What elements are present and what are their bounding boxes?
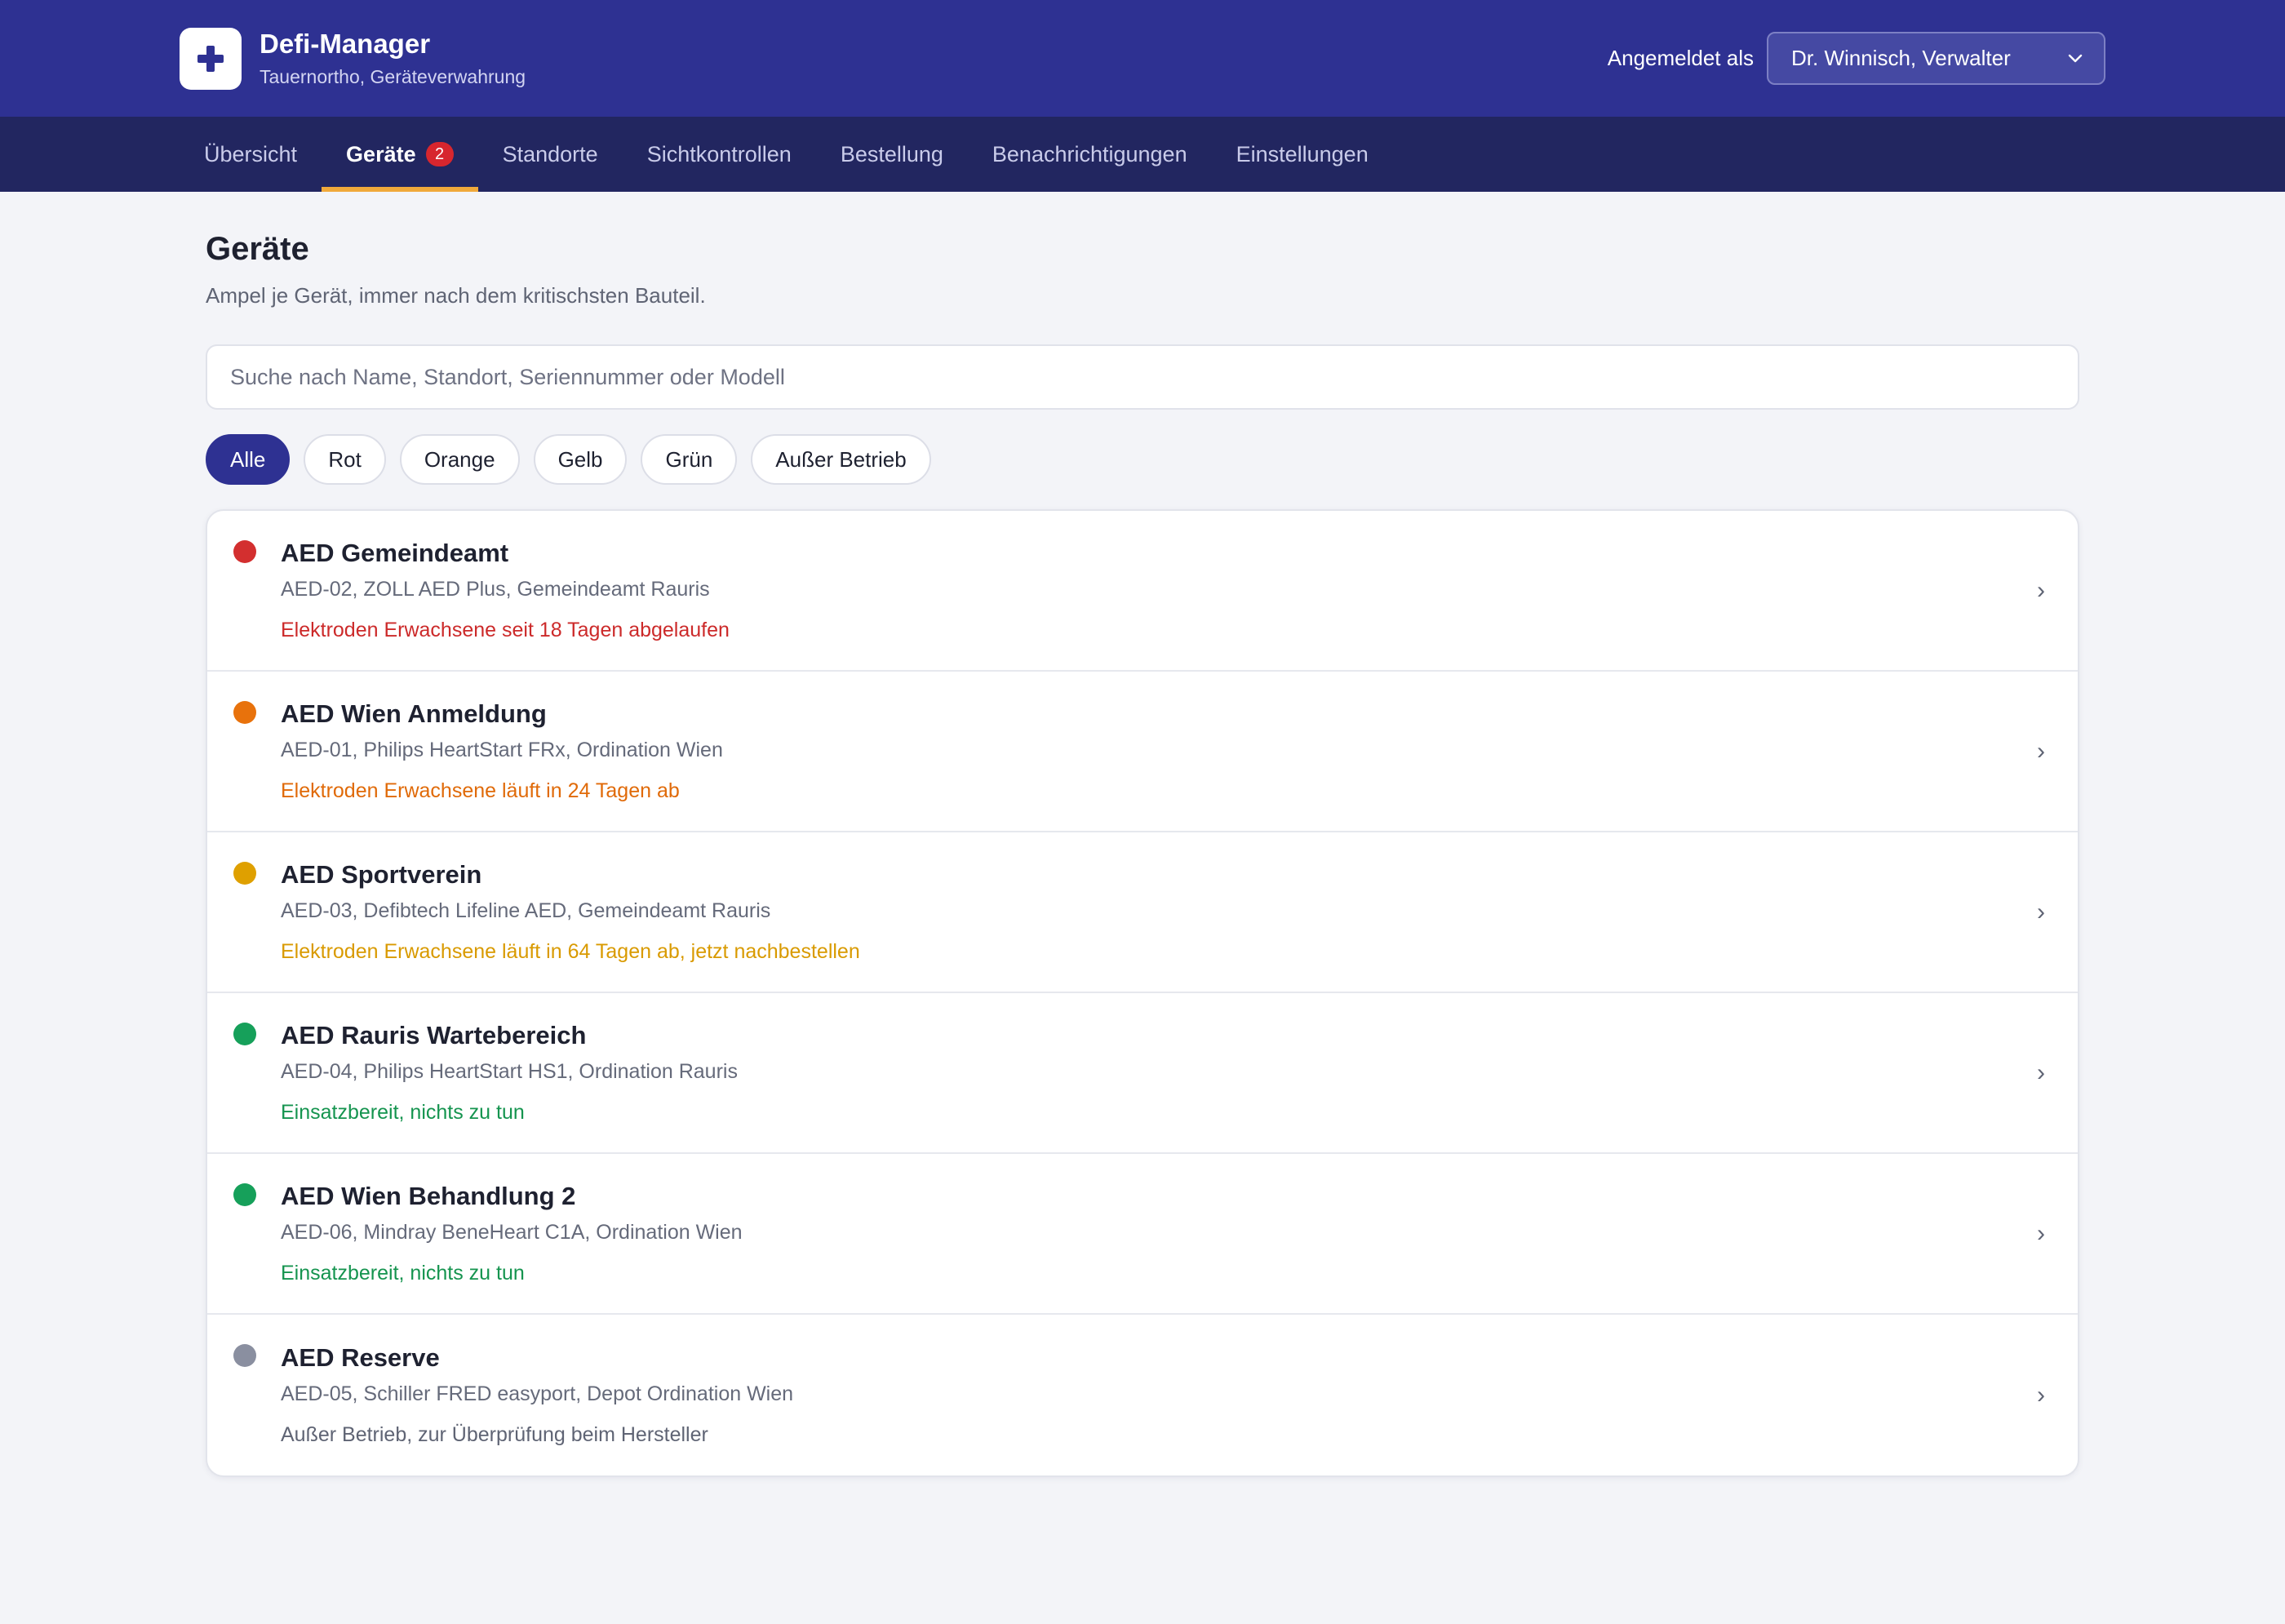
- user-area: Angemeldet als Dr. Winnisch, Verwalter: [1608, 32, 2105, 85]
- chevron-right-icon: ›: [2037, 576, 2045, 604]
- logged-in-label: Angemeldet als: [1607, 46, 1754, 70]
- tab-label: Geräte: [346, 141, 416, 166]
- filter-chip-rot[interactable]: Rot: [304, 434, 386, 485]
- device-name: AED Sportverein: [281, 860, 482, 889]
- tab-label: Bestellung: [840, 141, 943, 166]
- device-row[interactable]: AED Sportverein AED-03, Defibtech Lifelin…: [207, 832, 2078, 993]
- device-status: Elektroden Erwachsene seit 18 Tagen abge…: [281, 619, 730, 641]
- filter-chips: Alle Rot Orange Gelb Grün Außer Betrieb: [206, 434, 2079, 485]
- device-info: AED Reserve AED-05, Schiller FRED easypor…: [281, 1342, 2029, 1449]
- device-info: AED Sportverein AED-03, Defibtech Lifelin…: [281, 859, 2029, 965]
- chevron-down-icon: [2065, 48, 2086, 69]
- device-status: Einsatzbereit, nichts zu tun: [281, 1262, 525, 1285]
- user-select-value: Dr. Winnisch, Verwalter: [1791, 46, 2011, 70]
- device-row[interactable]: AED Wien Anmeldung AED-01, Philips HeartS…: [207, 672, 2078, 832]
- chevron-right-icon: ›: [2037, 737, 2045, 765]
- medical-cross-icon: [197, 45, 224, 72]
- filter-chip-ausser-betrieb[interactable]: Außer Betrieb: [751, 434, 931, 485]
- tab-benachrichtigungen[interactable]: Benachrichtigungen: [968, 117, 1212, 192]
- filter-chip-alle[interactable]: Alle: [206, 434, 291, 485]
- device-list: AED Gemeindeamt AED-02, ZOLL AED Plus, Ge…: [206, 509, 2079, 1477]
- tab-sichtkontrollen[interactable]: Sichtkontrollen: [623, 117, 816, 192]
- tab-uebersicht[interactable]: Übersicht: [180, 117, 322, 192]
- search-input[interactable]: [206, 344, 2079, 410]
- tab-einstellungen[interactable]: Einstellungen: [1212, 117, 1393, 192]
- tab-standorte[interactable]: Standorte: [478, 117, 623, 192]
- filter-chip-gruen[interactable]: Grün: [641, 434, 738, 485]
- device-meta: AED-05, Schiller FRED easyport, Depot Or…: [281, 1382, 794, 1405]
- tab-label: Standorte: [502, 141, 598, 166]
- device-name: AED Gemeindeamt: [281, 539, 509, 567]
- filter-chip-orange[interactable]: Orange: [399, 434, 520, 485]
- status-dot: [233, 701, 256, 724]
- device-status: Elektroden Erwachsene läuft in 64 Tagen …: [281, 940, 860, 963]
- status-dot: [233, 1023, 256, 1045]
- device-meta: AED-03, Defibtech Lifeline AED, Gemeinde…: [281, 899, 771, 922]
- device-status: Außer Betrieb, zur Überprüfung beim Hers…: [281, 1423, 708, 1446]
- device-name: AED Wien Behandlung 2: [281, 1182, 576, 1210]
- page-title: Geräte: [206, 231, 309, 267]
- device-info: AED Wien Behandlung 2 AED-06, Mindray Ben…: [281, 1180, 2029, 1287]
- tab-geraete[interactable]: Geräte 2: [322, 117, 478, 192]
- app-title: Defi-Manager: [260, 28, 431, 59]
- brand-text: Defi-Manager Tauernortho, Geräteverwahru…: [260, 28, 526, 90]
- device-row[interactable]: AED Wien Behandlung 2 AED-06, Mindray Ben…: [207, 1154, 2078, 1315]
- main-content: Geräte Ampel je Gerät, immer nach dem kr…: [0, 229, 2285, 1477]
- device-name: AED Reserve: [281, 1343, 440, 1372]
- tab-label: Benachrichtigungen: [992, 141, 1187, 166]
- device-name: AED Rauris Wartebereich: [281, 1021, 587, 1049]
- status-dot: [233, 540, 256, 563]
- device-meta: AED-02, ZOLL AED Plus, Gemeindeamt Rauri…: [281, 578, 710, 601]
- main-nav: Übersicht Geräte 2 Standorte Sichtkontrollen…: [0, 117, 2285, 192]
- chevron-right-icon: ›: [2037, 1219, 2045, 1247]
- device-info: AED Wien Anmeldung AED-01, Philips HeartS…: [281, 698, 2029, 805]
- user-select[interactable]: Dr. Winnisch, Verwalter: [1767, 32, 2105, 85]
- status-dot: [233, 1183, 256, 1206]
- status-dot: [233, 1344, 256, 1367]
- chevron-right-icon: ›: [2037, 898, 2045, 925]
- device-status: Elektroden Erwachsene läuft in 24 Tagen …: [281, 779, 680, 802]
- device-row[interactable]: AED Rauris Wartebereich AED-04, Philips H…: [207, 993, 2078, 1154]
- device-row[interactable]: AED Reserve AED-05, Schiller FRED easypor…: [207, 1315, 2078, 1475]
- count-badge: 2: [425, 142, 454, 166]
- tab-label: Einstellungen: [1236, 141, 1369, 166]
- tab-label: Sichtkontrollen: [646, 141, 792, 166]
- device-status: Einsatzbereit, nichts zu tun: [281, 1101, 525, 1124]
- chevron-right-icon: ›: [2037, 1381, 2045, 1409]
- chevron-right-icon: ›: [2037, 1058, 2045, 1086]
- device-meta: AED-06, Mindray BeneHeart C1A, Ordinatio…: [281, 1221, 743, 1244]
- app-header: Defi-Manager Tauernortho, Geräteverwahru…: [0, 0, 2285, 117]
- device-row[interactable]: AED Gemeindeamt AED-02, ZOLL AED Plus, Ge…: [207, 511, 2078, 672]
- app-logo: [180, 27, 242, 90]
- page-subtitle: Ampel je Gerät, immer nach dem kritischs…: [206, 283, 706, 308]
- brand: Defi-Manager Tauernortho, Geräteverwahru…: [180, 27, 526, 90]
- device-meta: AED-04, Philips HeartStart HS1, Ordinati…: [281, 1060, 738, 1083]
- tab-label: Übersicht: [204, 141, 298, 166]
- app-subtitle: Tauernortho, Geräteverwahrung: [260, 65, 526, 87]
- device-name: AED Wien Anmeldung: [281, 699, 547, 728]
- device-meta: AED-01, Philips HeartStart FRx, Ordinati…: [281, 739, 723, 761]
- device-info: AED Gemeindeamt AED-02, ZOLL AED Plus, Ge…: [281, 537, 2029, 644]
- tab-bestellung[interactable]: Bestellung: [816, 117, 968, 192]
- device-info: AED Rauris Wartebereich AED-04, Philips H…: [281, 1019, 2029, 1126]
- status-dot: [233, 862, 256, 885]
- filter-chip-gelb[interactable]: Gelb: [533, 434, 628, 485]
